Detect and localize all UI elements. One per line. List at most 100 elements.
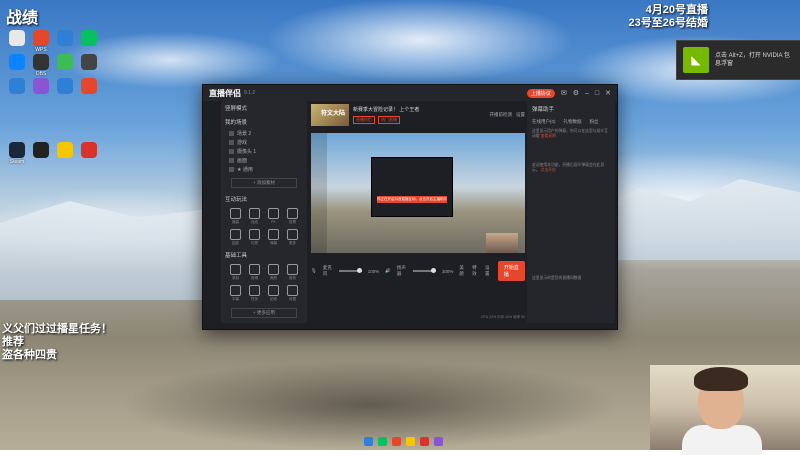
interaction-tool[interactable]: 连线 — [246, 208, 263, 225]
tool-icon — [268, 208, 279, 219]
folder-icon[interactable] — [406, 437, 415, 446]
tab-online-users[interactable]: 在线用户(0) — [532, 119, 556, 125]
tab-gift-data[interactable]: 礼物数据 — [564, 119, 582, 125]
tool-icon — [268, 285, 279, 296]
precheck-button[interactable]: 开播前检测 — [490, 112, 513, 118]
streamer-webcam-overlay — [650, 365, 800, 455]
basic-tool[interactable]: 字幕 — [227, 285, 244, 302]
mic-volume-slider[interactable] — [338, 268, 362, 273]
scene-item[interactable]: 场景 2 — [221, 129, 307, 138]
desktop-app-icon[interactable] — [28, 142, 54, 158]
speaker-volume-slider[interactable] — [413, 268, 436, 273]
desktop-app-icon[interactable]: Steam — [4, 142, 30, 165]
desktop-app-icon[interactable] — [28, 78, 54, 94]
desktop-app-icon[interactable] — [76, 142, 102, 158]
tool-icon — [230, 229, 241, 240]
interaction-tool[interactable]: 福袋 — [227, 208, 244, 225]
app-logo: 直播伴侣 — [209, 88, 241, 98]
mode-selector[interactable]: 竖屏模式 — [221, 101, 307, 115]
webcam-hair — [694, 367, 748, 391]
interaction-tool[interactable]: 更多 — [284, 229, 301, 246]
stream-tag[interactable]: 直播伴侣 — [353, 116, 375, 124]
basic-tool[interactable]: 任务 — [246, 285, 263, 302]
tab-fans[interactable]: 粉丝 — [590, 119, 599, 125]
tool-icon — [287, 285, 298, 296]
scene-item[interactable]: 摄像头 1 — [221, 147, 307, 156]
desktop-icon-label: WPS — [35, 47, 47, 53]
maximize-icon[interactable]: □ — [595, 90, 599, 97]
bottom-settings-button[interactable]: 设置 — [485, 265, 492, 277]
desktop-app-icon[interactable]: WPS — [28, 30, 54, 53]
preview-nested-window — [371, 157, 453, 217]
desktop-app-icon[interactable] — [52, 30, 78, 46]
basic-tool[interactable]: 设置 — [284, 285, 301, 302]
taskbar — [364, 437, 443, 446]
app-icon — [9, 142, 25, 158]
interaction-tool[interactable]: PK — [265, 208, 282, 225]
tool-label: 音效 — [289, 276, 296, 280]
scene-item[interactable]: ★ 通用 — [221, 165, 307, 174]
more-apps-button[interactable]: + 更多应用 — [231, 308, 297, 318]
speaker-icon[interactable]: 🔊 — [385, 268, 391, 274]
stream-tag[interactable]: 热门直播 — [378, 116, 400, 124]
tools-grid: 录制 剪辑 美颜 音效字幕 任务 贴纸 设置 — [221, 262, 307, 304]
desktop-app-icon[interactable] — [52, 54, 78, 70]
danmaku-help-link[interactable]: 查看说明 — [541, 134, 556, 138]
desktop-app-icon[interactable] — [4, 54, 30, 70]
interaction-tool[interactable]: 礼物 — [246, 229, 263, 246]
desktop-app-icon[interactable] — [76, 78, 102, 94]
browser-icon[interactable] — [392, 437, 401, 446]
desktop-app-icon[interactable] — [4, 30, 30, 46]
basic-tool[interactable]: 录制 — [227, 264, 244, 281]
close-icon[interactable]: ✕ — [605, 89, 611, 97]
desktop-app-icon[interactable] — [52, 142, 78, 158]
effects-button[interactable]: 特效 — [472, 265, 479, 277]
scene-item[interactable]: 游戏 — [221, 138, 307, 147]
interaction-tool[interactable]: 投票 — [284, 208, 301, 225]
stream-preview[interactable]: 你正在开启抖音直播互动，点击开启主播助手 — [311, 133, 525, 253]
settings-icon[interactable]: ⚙ — [573, 89, 579, 97]
add-source-button[interactable]: + 添加素材 — [231, 178, 297, 188]
interaction-tool[interactable]: 弹幕 — [265, 229, 282, 246]
danmaku-enable-link[interactable]: 点击开启 — [541, 168, 556, 172]
interaction-tool[interactable]: 抽奖 — [227, 229, 244, 246]
tool-label: 贴纸 — [270, 297, 277, 301]
tool-icon — [230, 285, 241, 296]
desktop-app-icon[interactable]: OBS — [28, 54, 54, 77]
desktop-app-icon[interactable] — [52, 78, 78, 94]
tool-icon — [287, 229, 298, 240]
header-settings-button[interactable]: 设置 — [516, 112, 525, 118]
basic-tool[interactable]: 贴纸 — [265, 285, 282, 302]
desktop-app-icon[interactable] — [76, 54, 102, 70]
windows-icon[interactable] — [364, 437, 373, 446]
stream-header: 符文大陆 新赛季大冒险记录！ 上个王者 直播伴侣 热门直播 开播前检测 设置 — [311, 101, 525, 129]
message-icon[interactable]: ✉ — [561, 89, 567, 97]
tool-label: 连线 — [251, 220, 258, 224]
record-icon[interactable] — [420, 437, 429, 446]
minimize-icon[interactable]: – — [585, 90, 589, 97]
app-icon — [57, 54, 73, 70]
danmaku-footer: 这里显示的是您的直播间数据 — [532, 276, 582, 280]
stream-title[interactable]: 新赛季大冒险记录！ 上个王者 — [353, 106, 419, 113]
nvidia-toast-line-1: 点击 Alt+Z，打开 NVIDIA 包 — [715, 53, 790, 59]
overlay-left-line-1: 义父们过过播星任务！ — [2, 323, 112, 335]
beauty-button[interactable]: 美颜 — [459, 265, 466, 277]
mic-icon[interactable]: 🎙 — [311, 268, 317, 274]
start-live-button[interactable]: 开始直播 — [497, 261, 525, 281]
scene-item[interactable]: 画面 — [221, 156, 307, 165]
desktop-app-icon[interactable] — [76, 30, 102, 46]
basic-tool[interactable]: 美颜 — [265, 264, 282, 281]
desktop-app-icon[interactable] — [4, 78, 30, 94]
stream-cover-thumbnail[interactable]: 符文大陆 — [311, 104, 349, 126]
preview-alert-banner[interactable]: 你正在开启抖音直播互动，点击开启主播助手 — [377, 196, 447, 203]
wechat-icon[interactable] — [378, 437, 387, 446]
live-protocol-button[interactable]: 上播协议 — [526, 88, 555, 98]
tool-label: 投票 — [289, 220, 296, 224]
app-icon[interactable] — [434, 437, 443, 446]
scene-icon — [229, 131, 234, 136]
preview-desktop-icons — [311, 133, 327, 253]
nvidia-toast[interactable]: ◣ 点击 Alt+Z，打开 NVIDIA 包 息浮窗 — [676, 40, 800, 80]
basic-tool[interactable]: 音效 — [284, 264, 301, 281]
basic-tool[interactable]: 剪辑 — [246, 264, 263, 281]
scene-label: ★ 通用 — [237, 167, 253, 173]
